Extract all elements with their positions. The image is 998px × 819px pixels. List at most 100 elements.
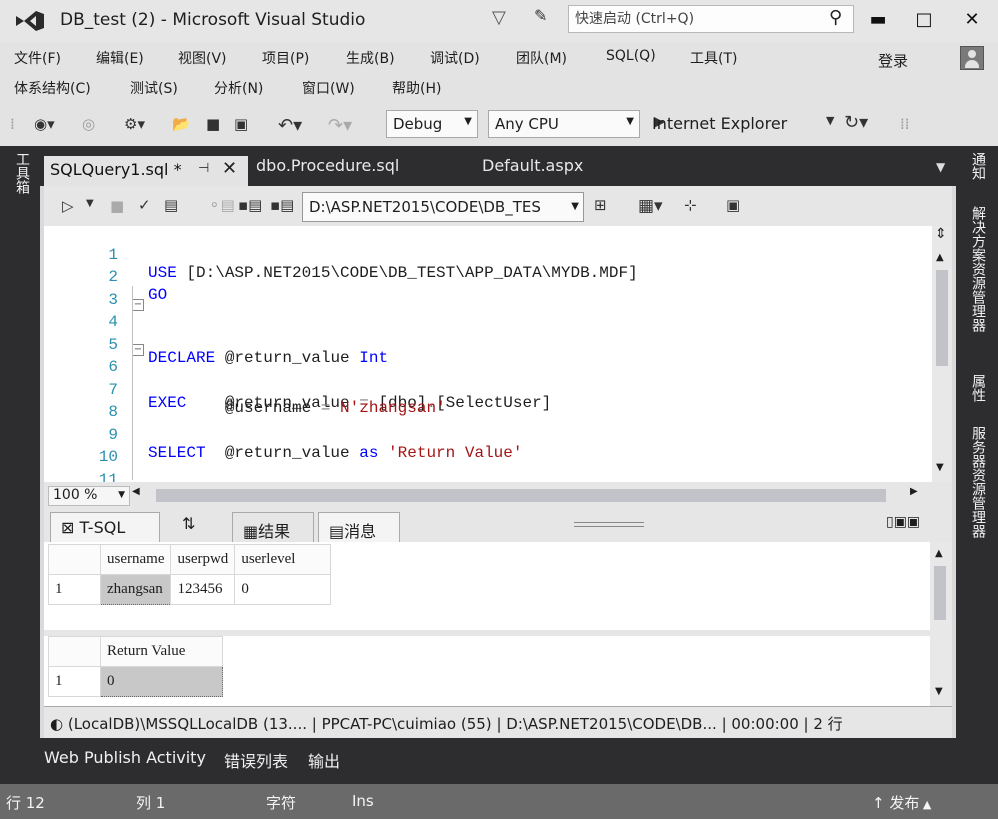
menu-file[interactable]: 文件(F) [14, 48, 61, 68]
splitter-grip[interactable] [574, 526, 644, 527]
editor-horizontal-scroll-thumb[interactable] [156, 489, 886, 502]
open-folder-icon[interactable]: 📂 [172, 115, 191, 133]
column-header[interactable]: username [99, 544, 172, 575]
toggle-results-icon[interactable]: ⇅ [182, 514, 195, 533]
collapse-icon[interactable]: − [132, 344, 144, 356]
connection-combo[interactable]: D:\ASP.NET2015\CODE\DB_TES ▼ [302, 192, 584, 222]
maximize-button[interactable]: □ [906, 6, 942, 34]
feedback-icon[interactable]: ✎ [534, 6, 547, 25]
menu-analyze[interactable]: 分析(N) [214, 78, 263, 98]
configuration-combo[interactable]: Debug ▼ [386, 110, 478, 138]
menu-architecture[interactable]: 体系结构(C) [14, 78, 91, 98]
parse-check-icon[interactable]: ✓ [138, 196, 151, 214]
connection-status-icon: ◐ [50, 715, 68, 733]
menu-help[interactable]: 帮助(H) [392, 78, 441, 98]
menu-sql[interactable]: SQL(Q) [606, 48, 656, 64]
minimize-button[interactable]: ▬ [860, 6, 896, 34]
menu-window[interactable]: 窗口(W) [302, 78, 355, 98]
menu-build[interactable]: 生成(B) [346, 48, 395, 68]
scroll-up-icon[interactable]: ▲ [936, 252, 944, 263]
save-all-icon[interactable]: ▣ [234, 115, 248, 133]
change-connection-icon[interactable]: ▪▤ [270, 196, 294, 214]
column-header[interactable]: Return Value [100, 636, 223, 667]
redo-icon[interactable]: ↷▾ [328, 115, 352, 136]
table-cell[interactable]: 123456 [170, 574, 236, 605]
sign-in-link[interactable]: 登录 [878, 50, 908, 71]
grid-icon: ▦ [243, 522, 259, 541]
close-window-button[interactable]: ✕ [954, 6, 990, 34]
quick-launch-box[interactable]: ⚲ [568, 5, 854, 33]
run-target-label[interactable]: Internet Explorer [652, 114, 787, 133]
column-header[interactable]: userlevel [234, 544, 332, 575]
menu-debug[interactable]: 调试(D) [430, 48, 480, 68]
undo-icon[interactable]: ↶▾ [278, 115, 302, 136]
toolbox-tab[interactable]: 工具箱 [8, 152, 32, 194]
avatar[interactable] [960, 46, 984, 70]
toolbar-grip-icon: ⁞ [10, 115, 15, 133]
cancel-query-icon[interactable]: ■ [110, 197, 124, 215]
tab-output[interactable]: 输出 [308, 748, 340, 772]
tab-overflow-icon[interactable]: ▼ [936, 160, 945, 174]
column-header[interactable]: userpwd [170, 544, 236, 575]
options-icon[interactable]: ▣ [726, 196, 740, 214]
new-project-icon[interactable]: ⚙▾ [124, 115, 145, 133]
menu-test[interactable]: 测试(S) [130, 78, 178, 98]
quick-launch-input[interactable] [575, 9, 825, 29]
navigate-back-icon[interactable]: ◉▾ [34, 115, 55, 133]
properties-tab[interactable]: 属性 [964, 374, 988, 402]
tab-web-publish-activity[interactable]: Web Publish Activity [44, 748, 206, 767]
save-icon[interactable]: ■ [206, 115, 220, 133]
tab-results[interactable]: ▦结果 [232, 512, 314, 542]
scroll-left-icon[interactable]: ◀ [132, 486, 140, 497]
tab-default-aspx[interactable]: Default.aspx [482, 156, 583, 175]
grid-view-icon[interactable]: ▦▾ [638, 196, 663, 216]
tab-messages[interactable]: ▤消息 [318, 512, 400, 542]
layout-icon[interactable]: ▯▣▣ [886, 514, 920, 530]
split-icon[interactable]: ⇕ [935, 226, 947, 242]
tab-procedure[interactable]: dbo.Procedure.sql [256, 156, 399, 175]
menu-team[interactable]: 团队(M) [516, 48, 567, 68]
scroll-down-icon[interactable]: ▼ [936, 462, 944, 473]
refresh-icon[interactable]: ↻▾ [844, 112, 868, 133]
code-editor[interactable]: 1 USE [D:\ASP.NET2015\CODE\DB_TEST\APP_D… [44, 226, 932, 482]
execute-icon[interactable]: ▷ [62, 197, 74, 215]
table-cell[interactable]: 0 [100, 666, 223, 697]
code-line: 1 USE [D:\ASP.NET2015\CODE\DB_TEST\APP_D… [108, 246, 638, 282]
toolbar-overflow-icon[interactable]: ⁞⁞ [900, 115, 910, 133]
menu-tools[interactable]: 工具(T) [690, 48, 737, 68]
platform-combo[interactable]: Any CPU ▼ [488, 110, 640, 138]
display-plan-icon[interactable]: ▤ [164, 196, 178, 214]
pin-icon[interactable]: ⊣ [198, 161, 209, 176]
table-cell[interactable]: zhangsan [99, 574, 172, 605]
close-tab-icon[interactable]: ✕ [222, 158, 237, 179]
notifications-tab[interactable]: 通知 [964, 152, 988, 180]
scroll-down-icon[interactable]: ▼ [935, 686, 943, 697]
scroll-up-icon[interactable]: ▲ [935, 548, 943, 559]
results-to-icon[interactable]: ⊞ [594, 196, 607, 214]
splitter-grip[interactable] [574, 522, 644, 523]
publish-button[interactable]: ↑ 发布 ▲ [872, 792, 931, 813]
search-icon[interactable]: ⚲ [829, 7, 842, 28]
disconnect-icon[interactable]: ▪▤ [238, 196, 262, 214]
menu-edit[interactable]: 编辑(E) [96, 48, 144, 68]
table-cell[interactable]: 0 [234, 574, 332, 605]
tab-error-list[interactable]: 错误列表 [224, 748, 288, 772]
notification-filter-icon[interactable]: ▽ [492, 7, 506, 28]
tab-tsql[interactable]: ⊠ T-SQL [50, 512, 160, 542]
schema-icon[interactable]: ⊹ [684, 196, 697, 214]
row-number[interactable]: 1 [48, 666, 101, 697]
execute-dropdown-icon[interactable]: ▼ [86, 198, 94, 209]
collapse-icon[interactable]: − [132, 299, 144, 311]
run-dropdown-icon[interactable]: ▼ [826, 114, 834, 127]
menu-project[interactable]: 项目(P) [262, 48, 309, 68]
row-number[interactable]: 1 [48, 574, 101, 605]
zoom-combo[interactable]: 100 % ▼ [48, 486, 130, 506]
server-explorer-tab[interactable]: 服务器资源管理器 [964, 426, 988, 538]
results-scroll-thumb[interactable] [934, 566, 946, 620]
navigate-forward-icon[interactable]: ◎ [82, 115, 95, 133]
connect-icon[interactable]: ⚬▤ [208, 196, 235, 214]
scroll-right-icon[interactable]: ▶ [910, 486, 918, 497]
menu-view[interactable]: 视图(V) [178, 48, 227, 68]
solution-explorer-tab[interactable]: 解决方案资源管理器 [964, 206, 988, 332]
editor-scroll-thumb[interactable] [936, 270, 948, 366]
